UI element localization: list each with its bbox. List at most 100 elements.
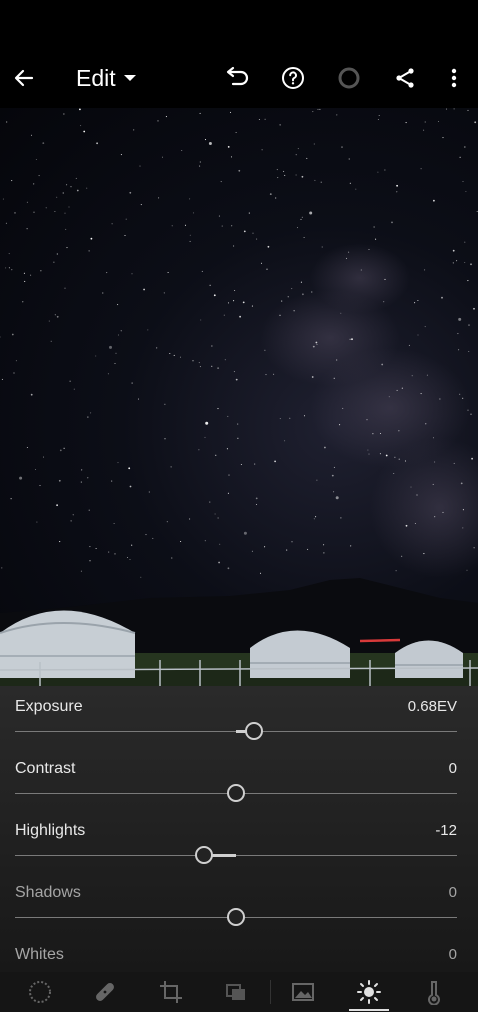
star [434,516,436,518]
more-vertical-icon[interactable] [434,58,474,98]
light-icon[interactable] [349,976,389,1011]
star [348,158,350,160]
star [255,503,258,506]
star [218,561,221,564]
star [377,171,379,173]
star [114,553,116,555]
presets-icon[interactable] [20,976,60,1008]
star [408,344,410,346]
highlights-slider-row: Highlights -12 [15,810,457,872]
star [42,142,45,144]
star [423,553,425,555]
star [316,343,318,346]
color-temperature-icon[interactable] [414,976,454,1008]
star [69,380,71,382]
star [48,320,50,322]
star [139,165,141,167]
star [462,509,464,511]
star [398,458,400,460]
star [425,423,427,425]
star [205,421,209,425]
star [189,234,191,236]
star [351,338,353,341]
star [148,491,150,493]
star [366,419,368,421]
star [65,228,67,230]
star [226,448,228,450]
star [471,457,473,460]
star [237,423,239,425]
star [164,438,166,440]
star [218,215,220,217]
star [87,416,89,418]
star [396,184,398,187]
healing-icon[interactable] [85,976,125,1008]
star [465,190,467,193]
star [30,274,32,276]
contrast-slider-thumb[interactable] [227,784,245,802]
profile-icon[interactable] [283,976,323,1008]
star [255,497,258,500]
exposure-value: 0.68EV [407,698,457,715]
star [45,207,47,209]
star [75,177,77,179]
star [473,547,475,549]
star [161,156,164,158]
star [68,206,70,208]
star [189,198,191,200]
share-icon[interactable] [385,58,425,98]
help-icon[interactable] [273,58,313,98]
star [417,334,419,336]
star [90,237,93,240]
star [81,469,83,471]
star [39,484,41,487]
star [258,118,260,121]
star [26,201,28,203]
edit-mode-dropdown[interactable]: Edit [76,62,136,94]
star [120,330,122,332]
star [273,373,275,375]
star [237,437,239,439]
star [199,165,201,167]
star [8,253,10,255]
star [333,491,335,493]
star [467,280,469,282]
star [331,474,334,477]
star [87,477,89,479]
star [129,558,131,561]
photo-preview[interactable] [0,108,478,688]
layers-icon[interactable] [216,976,256,1008]
star [383,301,385,303]
contrast-value: 0 [448,760,457,777]
star [396,389,398,391]
star [452,249,455,252]
status-circle-icon[interactable] [329,58,369,98]
shadows-slider-thumb[interactable] [227,908,245,926]
star [220,181,222,183]
crop-icon[interactable] [151,976,191,1008]
star [464,261,466,264]
star [458,317,462,321]
undo-icon[interactable] [217,58,257,98]
star [86,187,88,189]
star [284,440,286,442]
star [251,550,253,552]
star [163,292,165,294]
star [303,236,305,239]
star [309,211,313,215]
star [125,218,127,220]
star [398,430,400,432]
highlights-slider-track[interactable] [15,855,457,856]
star [42,456,45,458]
star [445,108,448,110]
star [248,212,250,214]
star [199,112,201,114]
star [213,294,216,297]
star [339,424,341,426]
highlights-slider-thumb[interactable] [195,846,214,864]
exposure-slider-thumb[interactable] [245,722,264,740]
star [301,175,304,178]
star [217,408,219,410]
star [40,270,42,272]
back-arrow-icon[interactable] [4,58,44,98]
